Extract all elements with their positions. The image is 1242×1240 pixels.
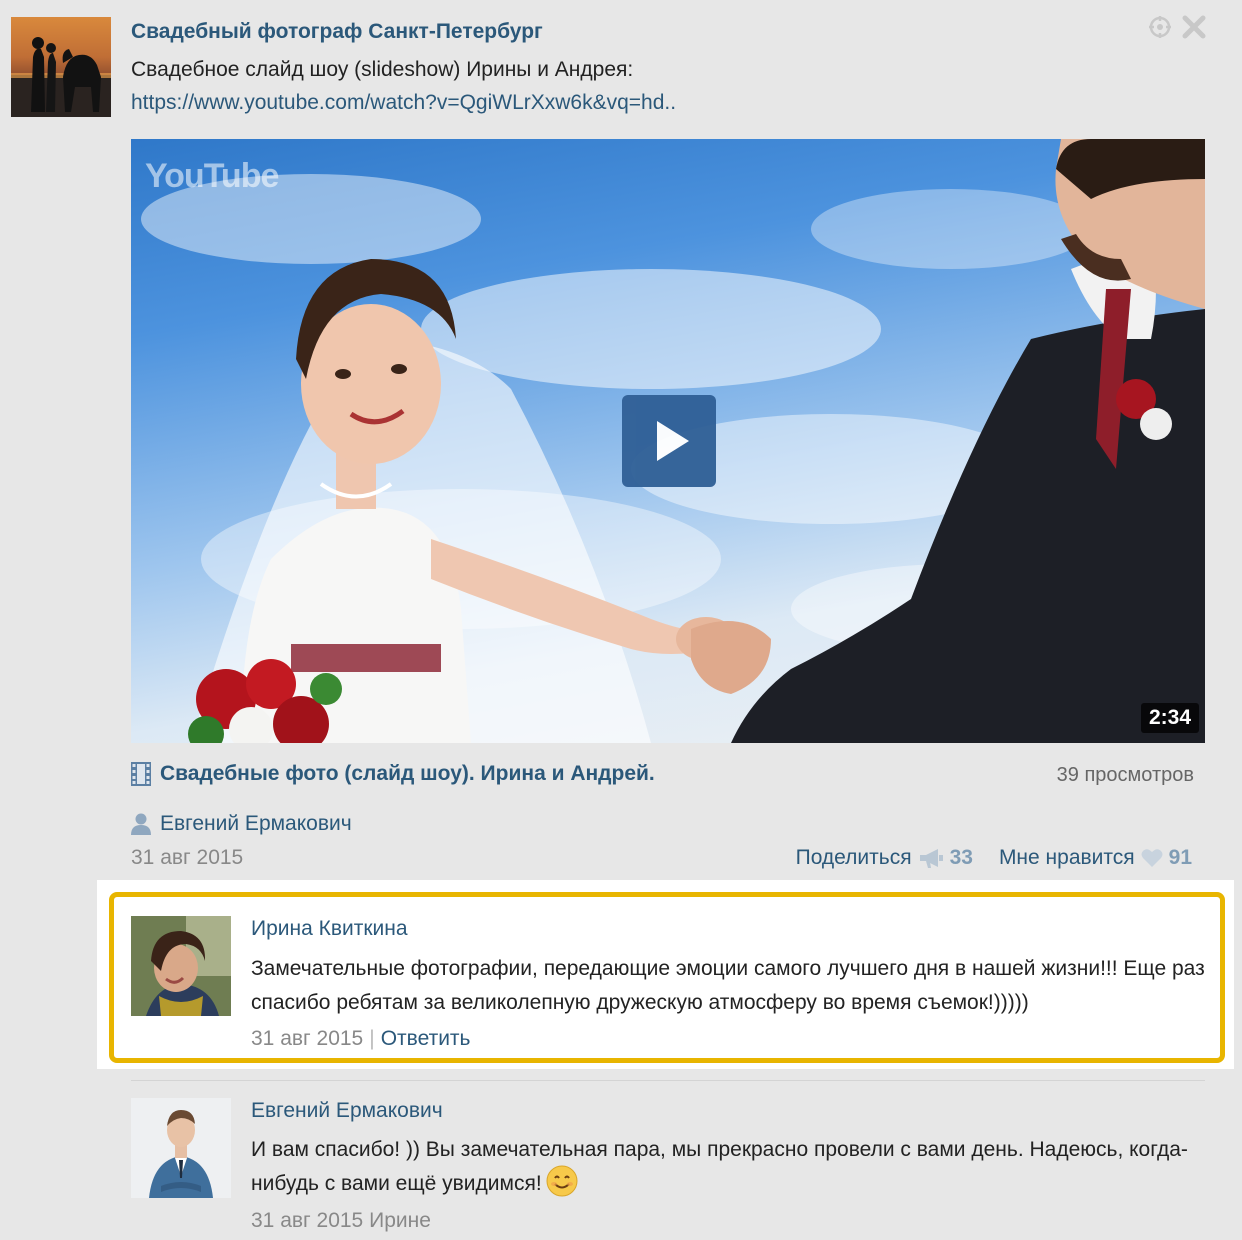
video-title-link[interactable]: Свадебные фото (слайд шоу). Ирина и Андр…	[131, 762, 655, 786]
video-owner-name: Евгений Ермакович	[160, 812, 352, 835]
comment-meta: 31 авг 2015 Ирине	[251, 1209, 431, 1233]
video-player[interactable]: YouTube 2:34	[131, 139, 1205, 743]
like-button[interactable]: Мне нравится	[999, 846, 1135, 870]
close-icon[interactable]	[1181, 14, 1207, 40]
like-count: 91	[1168, 846, 1192, 869]
film-icon	[131, 762, 151, 786]
post-text: Свадебное слайд шоу (slideshow) Ирины и …	[131, 58, 634, 81]
post-date[interactable]: 31 авг 2015	[131, 846, 243, 870]
video-title-text: Свадебные фото (слайд шоу). Ирина и Андр…	[160, 762, 655, 785]
megaphone-icon[interactable]	[918, 847, 944, 869]
reply-to[interactable]: Ирине	[369, 1209, 431, 1232]
comment-text: И вам спасибо! )) Вы замечательная пара,…	[251, 1133, 1211, 1201]
comment-avatar[interactable]	[131, 1098, 231, 1198]
post-actions: Поделиться 33 Мне нравится 91	[796, 846, 1192, 870]
play-icon	[657, 421, 689, 461]
crosshair-icon[interactable]	[1147, 14, 1173, 40]
meta-separator: |	[369, 1027, 375, 1050]
video-owner-link[interactable]: Евгений Ермакович	[131, 812, 352, 836]
comment-text-body: И вам спасибо! )) Вы замечательная пара,…	[251, 1138, 1188, 1195]
reply-button[interactable]: Ответить	[381, 1027, 471, 1050]
post-url-link[interactable]: https://www.youtube.com/watch?v=QgiWLrXx…	[131, 91, 676, 115]
comment-author-link[interactable]: Ирина Квиткина	[251, 917, 408, 941]
smile-emoji-icon	[546, 1165, 578, 1197]
user-icon	[131, 813, 151, 835]
share-count: 33	[949, 846, 973, 869]
comment-meta: 31 авг 2015 | Ответить	[251, 1027, 470, 1051]
comment-date[interactable]: 31 авг 2015	[251, 1209, 363, 1232]
video-views: 39 просмотров	[1056, 764, 1194, 786]
post-author-link[interactable]: Свадебный фотограф Санкт-Петербург	[131, 20, 543, 44]
comment-author-link[interactable]: Евгений Ермакович	[251, 1099, 443, 1123]
youtube-watermark: YouTube	[145, 157, 279, 195]
comment-date[interactable]: 31 авг 2015	[251, 1027, 363, 1050]
share-button[interactable]: Поделиться	[796, 846, 912, 870]
video-duration: 2:34	[1140, 703, 1199, 733]
comment-divider	[131, 1080, 1205, 1081]
comment-avatar[interactable]	[131, 916, 231, 1016]
comment-text: Замечательные фотографии, передающие эмо…	[251, 957, 1205, 1014]
play-button[interactable]	[622, 395, 716, 487]
author-avatar[interactable]	[11, 17, 111, 117]
heart-icon[interactable]	[1141, 848, 1163, 868]
